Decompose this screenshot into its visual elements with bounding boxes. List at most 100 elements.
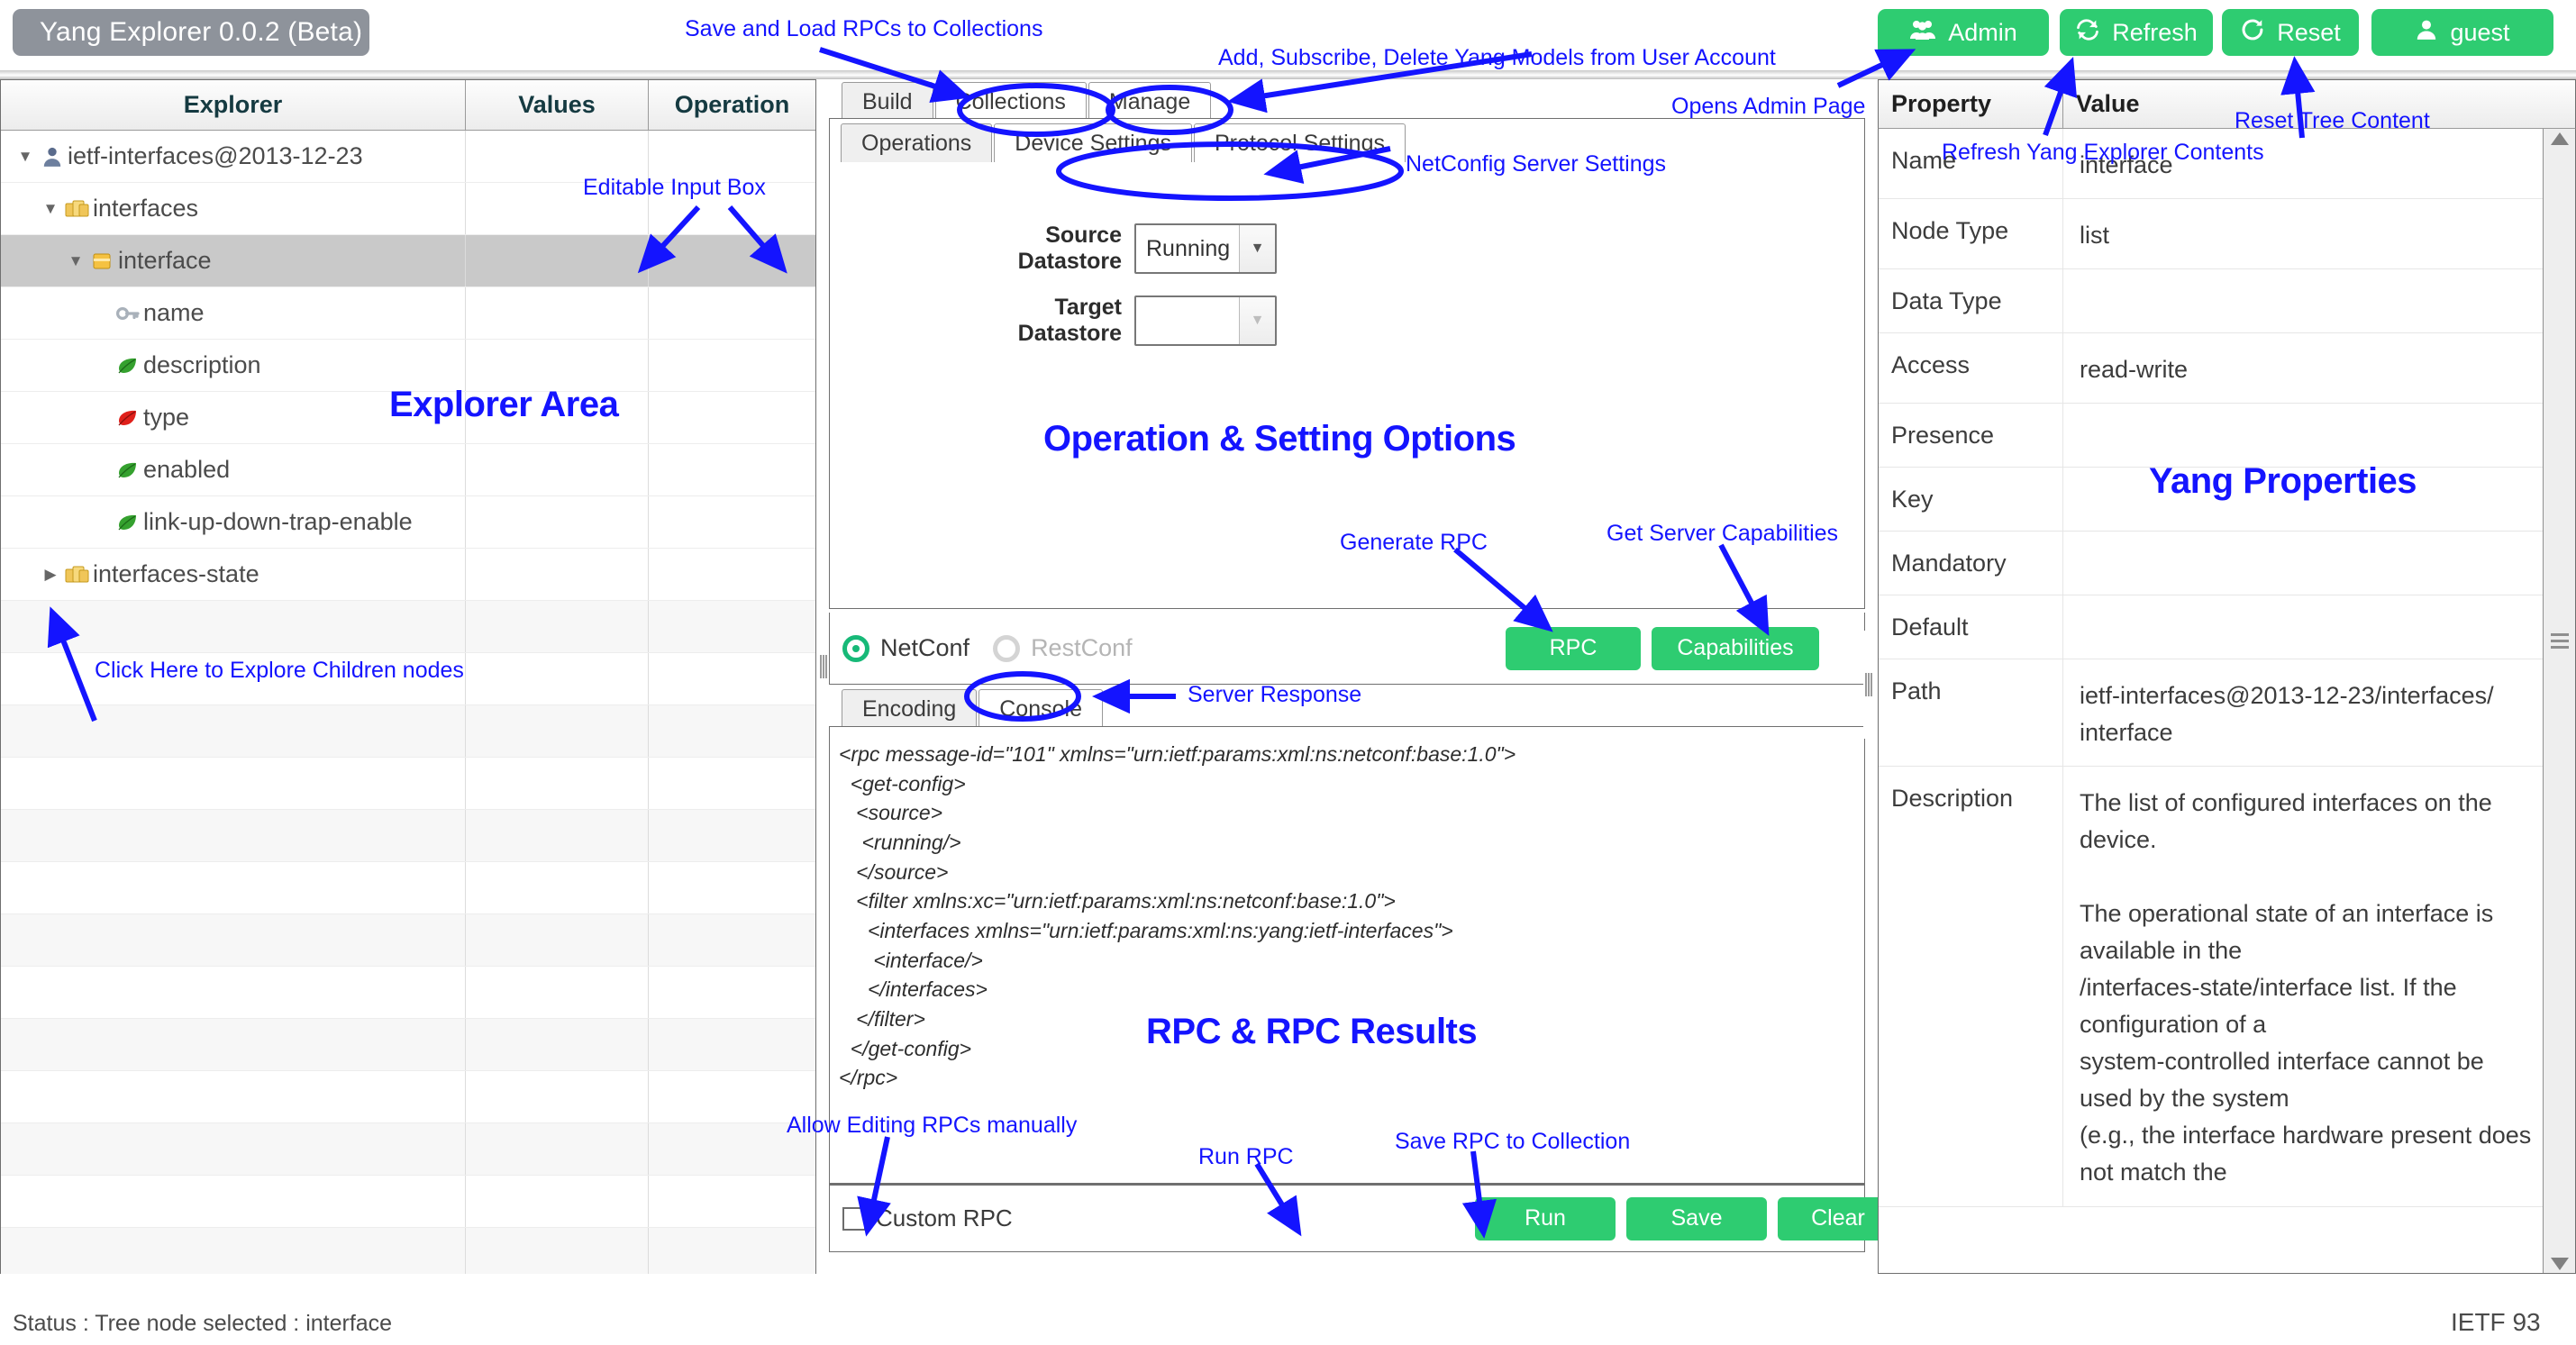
tree-row[interactable]: ▼ interfaces xyxy=(1,183,815,235)
source-datastore-value: Running xyxy=(1146,235,1231,261)
leaf-icon xyxy=(113,356,143,376)
user-icon xyxy=(2415,18,2438,48)
save-button[interactable]: Save xyxy=(1626,1196,1767,1240)
tree-row[interactable]: name xyxy=(1,287,815,340)
tab-collections[interactable]: Collections xyxy=(934,82,1087,121)
console-output[interactable]: <rpc message-id="101" xmlns="urn:ietf:pa… xyxy=(829,726,1865,1184)
enctab-console[interactable]: Console xyxy=(979,689,1103,728)
property-key: Data Type xyxy=(1879,269,2063,333)
tree-row-value[interactable] xyxy=(466,392,649,443)
tree-row-value[interactable] xyxy=(466,287,649,339)
properties-rows: Name interface Node Type list Data Type Acces… xyxy=(1879,129,2575,1207)
subtab-operations[interactable]: Operations xyxy=(841,123,993,162)
container-icon xyxy=(62,564,93,586)
property-value: read-write xyxy=(2080,356,2189,384)
tree-node-label: type xyxy=(143,404,190,431)
tree-row-value[interactable] xyxy=(466,549,649,600)
tree-node-label: ietf-interfaces@2013-12-23 xyxy=(68,142,363,169)
tree-row-operation[interactable] xyxy=(649,131,815,182)
leaf-icon xyxy=(113,513,143,532)
encoding-tabs[interactable]: Encoding Console xyxy=(829,685,1865,728)
admin-button-label: Admin xyxy=(1948,18,2017,46)
scroll-up-icon[interactable] xyxy=(2551,132,2569,145)
user-button[interactable]: guest xyxy=(2371,9,2553,56)
explorer-panel: Explorer Values Operation ▼ ietf-interfac… xyxy=(0,79,816,1274)
reset-button[interactable]: Reset xyxy=(2222,9,2359,56)
tree-row-operation[interactable] xyxy=(649,496,815,548)
property-key: Node Type xyxy=(1879,199,2063,269)
tree-node-label: interfaces-state xyxy=(93,560,259,587)
tree-row-operation[interactable] xyxy=(649,183,815,234)
tree-row-operation[interactable] xyxy=(649,444,815,495)
tree-twisty-down[interactable]: ▼ xyxy=(14,148,37,166)
operations-form: Source Datastore Running ▼ Target Datast… xyxy=(830,162,1864,357)
tree-row-operation[interactable] xyxy=(649,340,815,391)
properties-panel: Property Value Name interface Node Type lis… xyxy=(1878,79,2576,1274)
source-datastore-select[interactable]: Running ▼ xyxy=(1134,223,1277,274)
column-header-values: Values xyxy=(466,80,649,130)
enctab-encoding[interactable]: Encoding xyxy=(842,689,978,728)
tree-row-empty xyxy=(1,862,815,914)
netconf-label: NetConf xyxy=(880,634,970,661)
tree-row-operation[interactable] xyxy=(649,549,815,600)
module-icon xyxy=(37,145,68,168)
netconf-radio[interactable]: NetConf xyxy=(842,634,969,662)
properties-scrollbar[interactable] xyxy=(2543,129,2575,1273)
tab-manage[interactable]: Manage xyxy=(1088,82,1212,121)
property-row: Presence xyxy=(1879,404,2575,468)
tree-row-empty xyxy=(1,1071,815,1123)
tab-build[interactable]: Build xyxy=(842,82,933,121)
target-datastore-select[interactable]: ▼ xyxy=(1134,295,1277,346)
tree-twisty-right[interactable]: ▶ xyxy=(39,566,62,584)
splitter-left[interactable] xyxy=(818,613,829,721)
refresh-icon xyxy=(2075,17,2100,49)
run-button[interactable]: Run xyxy=(1475,1196,1616,1240)
tree-row[interactable]: ▼ interface xyxy=(1,235,815,287)
chevron-down-icon[interactable]: ▼ xyxy=(1239,225,1275,272)
tree-twisty-down[interactable]: ▼ xyxy=(39,200,62,218)
admin-button[interactable]: Admin xyxy=(1878,9,2049,56)
container-icon xyxy=(62,198,93,220)
tree-row[interactable]: ▶ interfaces-state xyxy=(1,549,815,601)
restconf-radio[interactable]: RestConf xyxy=(993,634,1133,662)
main-tabs[interactable]: Build Collections Manage xyxy=(829,79,1865,121)
property-row: Description The list of configured interf… xyxy=(1879,767,2575,1207)
property-value xyxy=(2063,404,2575,467)
subtab-device-settings[interactable]: Device Settings xyxy=(994,123,1192,162)
tree-twisty-down[interactable]: ▼ xyxy=(64,252,87,270)
tree-row[interactable]: ▼ ietf-interfaces@2013-12-23 xyxy=(1,131,815,183)
tree-row-operation[interactable] xyxy=(649,392,815,443)
rpc-button[interactable]: RPC xyxy=(1506,626,1641,670)
tree-row-value[interactable] xyxy=(466,496,649,548)
scrollbar-thumb-grip[interactable] xyxy=(2551,633,2569,636)
tree-row[interactable]: type xyxy=(1,392,815,444)
tree-row-value[interactable] xyxy=(466,235,649,286)
splitter-right[interactable] xyxy=(1863,631,1874,739)
refresh-button[interactable]: Refresh xyxy=(2060,9,2213,56)
property-value xyxy=(2063,532,2575,595)
capabilities-button[interactable]: Capabilities xyxy=(1652,626,1819,670)
tree-row[interactable]: description xyxy=(1,340,815,392)
tree-row-value[interactable] xyxy=(466,444,649,495)
tree-row[interactable]: enabled xyxy=(1,444,815,496)
reset-button-label: Reset xyxy=(2277,18,2341,46)
sub-tabs[interactable]: Operations Device Settings Protocol Settin… xyxy=(830,119,1864,162)
property-key: Key xyxy=(1879,468,2063,532)
tree-row-value[interactable] xyxy=(466,340,649,391)
property-row: Key xyxy=(1879,468,2575,532)
property-value: interface xyxy=(2080,151,2173,178)
top-bar: Yang Explorer 0.0.2 (Beta) Admin Refresh… xyxy=(0,0,2576,70)
custom-rpc-checkbox[interactable] xyxy=(842,1206,866,1231)
tree-row-empty xyxy=(1,1123,815,1176)
tree-row-value[interactable] xyxy=(466,183,649,234)
explorer-tree[interactable]: ▼ ietf-interfaces@2013-12-23 ▼ interfaces ▼ i… xyxy=(1,131,815,1274)
column-header-property: Property xyxy=(1879,80,2063,128)
tree-row-value[interactable] xyxy=(466,131,649,182)
tree-row[interactable]: link-up-down-trap-enable xyxy=(1,496,815,549)
subtab-protocol-settings[interactable]: Protocol Settings xyxy=(1194,123,1406,162)
leaf-red-icon xyxy=(113,408,143,428)
tree-row-operation[interactable] xyxy=(649,287,815,339)
target-datastore-row: Target Datastore ▼ xyxy=(830,285,1864,357)
scroll-down-icon[interactable] xyxy=(2551,1258,2569,1270)
tree-row-operation[interactable] xyxy=(649,235,815,286)
